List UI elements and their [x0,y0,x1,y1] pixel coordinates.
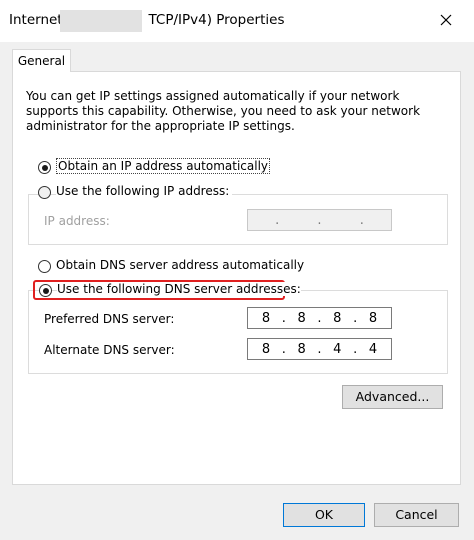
ok-button[interactable]: OK [283,503,365,527]
close-icon[interactable] [436,10,456,30]
alternate-dns-label: Alternate DNS server: [44,343,175,357]
description-text: You can get IP settings assigned automat… [26,89,421,133]
window-title: Internet TCP/IPv4) Properties [9,12,285,28]
ip-address-field: . . . [247,209,392,231]
ip-address-label: IP address: [44,214,110,228]
dns-manual-label[interactable]: Use the following DNS server addresses: [57,282,301,296]
dns-auto-radio[interactable] [38,260,51,273]
tab-general-label: General [17,54,66,68]
ip-auto-radio[interactable] [38,161,51,174]
dns-manual-radio[interactable] [39,284,52,297]
dns-auto-label[interactable]: Obtain DNS server address automatically [56,258,304,272]
preferred-dns-field[interactable]: 8 . 8 . 8 . 8 [247,307,392,329]
alternate-dns-field[interactable]: 8 . 8 . 4 . 4 [247,338,392,360]
tab-general[interactable]: General [12,49,71,72]
ip-manual-label[interactable]: Use the following IP address: [56,184,233,198]
preferred-dns-label: Preferred DNS server: [44,312,175,326]
ip-auto-label[interactable]: Obtain an IP address automatically [56,158,271,174]
dns-server-group [28,290,448,374]
ip-manual-radio[interactable] [38,186,51,199]
advanced-button[interactable]: Advanced... [342,385,443,409]
cancel-button[interactable]: Cancel [374,503,459,527]
redacted-title-segment [60,10,142,32]
